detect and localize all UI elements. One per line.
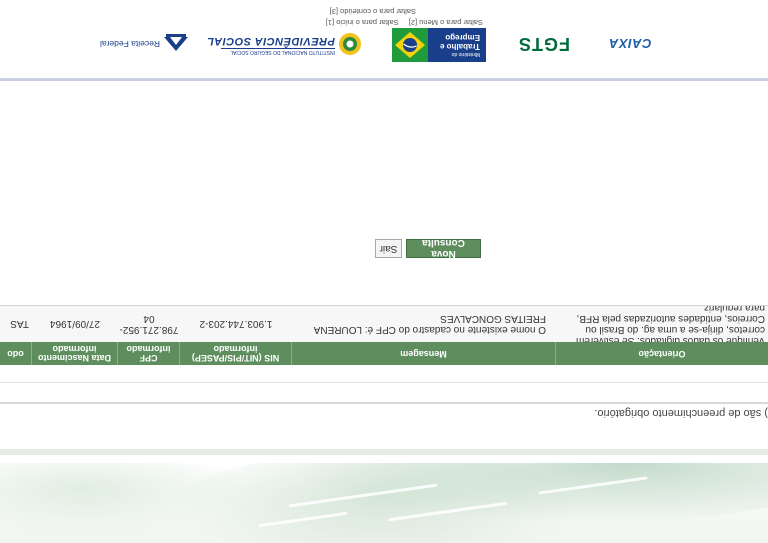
divider [0,402,768,404]
previdencia-subtitle: INSTITUTO NACIONAL DO SEGURO SOCIAL [230,49,335,55]
nova-consulta-button[interactable]: Nova Consulta [406,238,481,260]
cell-cpf: 798.271.952-04 [119,313,179,335]
skip-links-row: Saltar para o Menu [2] Saltar para o iní… [318,18,483,27]
divider [0,382,768,383]
receita-federal-logo[interactable]: Receita Federal [100,33,190,55]
mte-line-3: Emprego [445,33,480,42]
table-row: Verifique os dados digitados. Se estiver… [0,305,768,342]
banner-separator [0,449,768,455]
previdencia-social-logo[interactable]: INSTITUTO NACIONAL DO SEGURO SOCIAL PREV… [207,31,363,57]
cell-orientacao: Verifique os dados digitados. Se estiver… [576,306,765,342]
mte-line-1: Ministério do [451,51,480,57]
cell-col0: TAS [10,318,29,330]
fgts-logo-text: FGTS [518,34,570,55]
skip-to-menu-link[interactable]: Saltar para o Menu [2] [409,18,483,27]
header-mensagem: Mensagem [292,342,556,365]
previdencia-title: PREVIDÊNCIA SOCIAL [206,35,335,47]
table-header: Orientação Mensagem NIS (NIT/PIS/PASEP) … [0,342,768,365]
cell-mensagem: O nome existente no cadastro do CPF é: L… [314,313,546,335]
skip-links-row: Saltar para o conteúdo [3] [322,7,416,16]
cell-nis: 1.903.744.203-2 [199,318,273,330]
header-data-nascimento: Data Nascimento informado [32,342,118,365]
mte-line-2: Trabalho e [439,42,480,51]
header-cpf: CPF informado [118,342,180,365]
header-separator [0,78,768,81]
previdencia-emblem-icon [339,33,361,55]
decorative-banner [0,463,768,543]
brazil-flag-icon [392,28,428,62]
skip-to-start-link[interactable]: Saltar para o início [1] [326,18,399,27]
caixa-logo[interactable]: CAIXA [600,33,660,55]
sair-button[interactable]: Sair [375,239,402,258]
header-orientacao: Orientação [638,349,686,359]
receita-emblem-icon [164,34,188,51]
required-fields-note: ) são de preenchimento obrigatório. [594,407,768,419]
receita-federal-text: Receita Federal [99,39,160,49]
cell-data-nascimento: 27/09/1964 [49,318,101,330]
skip-to-content-link[interactable]: Saltar para o conteúdo [3] [330,7,416,16]
caixa-logo-text: CAIXA [608,36,652,52]
mte-logo-text: Ministério do Trabalho e Emprego [430,33,486,57]
header-col0: odo [0,342,32,365]
mte-logo[interactable]: Ministério do Trabalho e Emprego [392,28,486,62]
previdencia-rule [221,48,335,49]
page: ) são de preenchimento obrigatório. Orie… [0,0,768,543]
header-nis: NIS (NIT/PIS/PASEP) informado [180,342,292,365]
fgts-logo[interactable]: FGTS [512,31,576,57]
